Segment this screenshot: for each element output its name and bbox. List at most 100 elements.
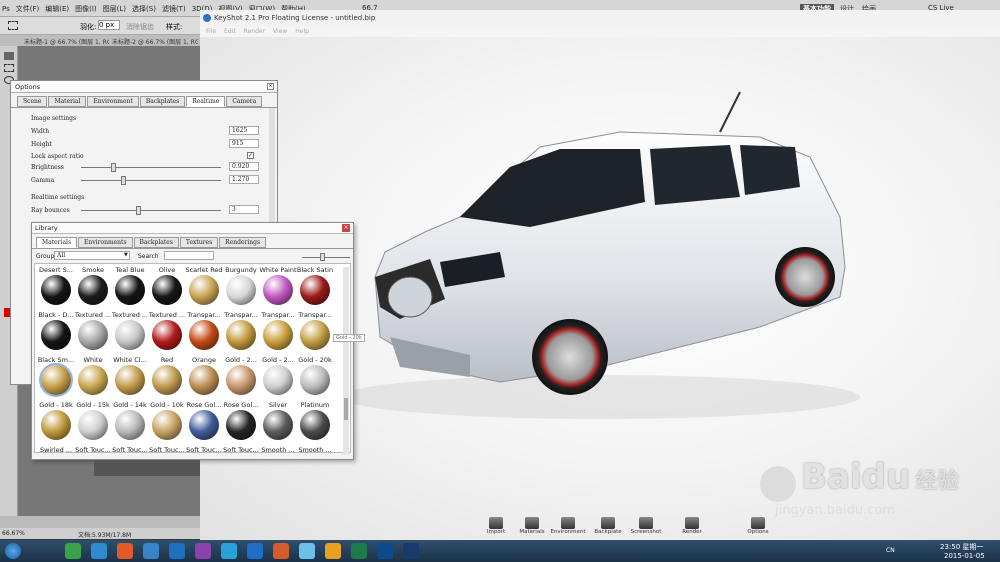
keyshot-menu-item[interactable]: File — [206, 28, 216, 35]
toolbar-render-button[interactable]: Render — [674, 517, 710, 535]
material-thumbnail[interactable] — [189, 365, 219, 395]
taskbar-app-icon[interactable] — [195, 543, 211, 559]
input-lang[interactable]: CN — [886, 547, 895, 554]
clock-time[interactable]: 23:50 星期一 — [940, 542, 983, 552]
material-thumbnail[interactable] — [41, 275, 71, 305]
material-thumbnail[interactable] — [226, 275, 256, 305]
material-thumbnail[interactable] — [189, 410, 219, 440]
material-thumbnail[interactable] — [226, 410, 256, 440]
taskbar-app-icon[interactable] — [169, 543, 185, 559]
taskbar-app-icon[interactable] — [325, 543, 341, 559]
toolbar-import-button[interactable]: Import — [478, 517, 514, 535]
material-thumbnail[interactable] — [152, 365, 182, 395]
gamma-slider-handle[interactable] — [121, 176, 126, 185]
material-thumbnail[interactable] — [115, 365, 145, 395]
group-select[interactable]: All — [54, 251, 130, 260]
library-scroll-thumb[interactable] — [344, 398, 348, 420]
material-thumbnail[interactable] — [300, 320, 330, 350]
tab-realtime[interactable]: Realtime — [186, 96, 226, 107]
taskbar-app-icon[interactable] — [299, 543, 315, 559]
taskbar-app-icon[interactable] — [403, 543, 419, 559]
ray-bounces-input[interactable]: 3 — [229, 205, 259, 214]
thumbnail-size-handle[interactable] — [320, 253, 325, 261]
material-thumbnail[interactable] — [41, 320, 71, 350]
material-thumbnail[interactable] — [41, 410, 71, 440]
material-thumbnail[interactable] — [263, 365, 293, 395]
material-thumbnail[interactable] — [39, 363, 73, 397]
ray-bounces-slider[interactable] — [81, 210, 221, 211]
material-thumbnail[interactable] — [115, 410, 145, 440]
taskbar-app-icon[interactable] — [143, 543, 159, 559]
ps-menu-item[interactable]: 滤镜(T) — [162, 5, 186, 13]
material-thumbnail[interactable] — [226, 320, 256, 350]
material-thumbnail[interactable] — [263, 275, 293, 305]
taskbar-app-icon[interactable] — [65, 543, 81, 559]
keyshot-menu-item[interactable]: Edit — [224, 28, 236, 35]
material-thumbnail[interactable] — [300, 275, 330, 305]
brightness-input[interactable]: 0.920 — [229, 162, 259, 171]
material-thumbnail[interactable] — [115, 320, 145, 350]
material-thumbnail[interactable] — [263, 320, 293, 350]
tab-environments[interactable]: Environments — [78, 237, 133, 248]
doc-tab-2[interactable]: 未标题-2 @ 66.7% (图层 1, RGB/8) * — [112, 37, 198, 46]
ps-menu-item[interactable]: 图像(I) — [75, 5, 97, 13]
thumbnail-size-slider[interactable] — [302, 257, 350, 258]
taskbar-app-icon[interactable] — [247, 543, 263, 559]
gamma-slider[interactable] — [81, 180, 221, 181]
height-input[interactable]: 915 — [229, 139, 259, 148]
material-thumbnail[interactable] — [300, 365, 330, 395]
lock-aspect-checkbox[interactable]: ✓ — [247, 152, 254, 159]
chevron-down-icon[interactable]: ▼ — [124, 252, 128, 258]
keyshot-menu-item[interactable]: Help — [295, 28, 309, 35]
toolbar-screenshot-button[interactable]: Screenshot — [628, 517, 664, 535]
close-icon[interactable]: × — [342, 224, 350, 232]
toolbar-environment-button[interactable]: Environment — [550, 517, 586, 535]
material-thumbnail[interactable] — [152, 320, 182, 350]
tab-backplates[interactable]: Backplates — [133, 237, 179, 248]
material-thumbnail[interactable] — [152, 410, 182, 440]
width-input[interactable]: 1625 — [229, 126, 259, 135]
taskbar-app-icon[interactable] — [221, 543, 237, 559]
taskbar-app-icon[interactable] — [117, 543, 133, 559]
material-thumbnail[interactable] — [152, 275, 182, 305]
material-thumbnail[interactable] — [115, 275, 145, 305]
ray-bounces-slider-handle[interactable] — [136, 206, 141, 215]
library-scrollbar[interactable] — [343, 267, 349, 455]
taskbar-app-icon[interactable] — [351, 543, 367, 559]
tab-renderings[interactable]: Renderings — [219, 237, 267, 248]
taskbar-app-icon[interactable] — [91, 543, 107, 559]
start-button-icon[interactable] — [5, 543, 21, 559]
doc-tab-1[interactable]: 未标题-1 @ 66.7% (图层 1, RGB/8) * — [24, 37, 109, 46]
ps-menu-item[interactable]: 文件(F) — [16, 5, 40, 13]
material-thumbnail[interactable] — [189, 275, 219, 305]
close-icon[interactable]: × — [267, 83, 274, 90]
tab-camera[interactable]: Camera — [226, 96, 263, 107]
gamma-input[interactable]: 1.270 — [229, 175, 259, 184]
material-thumbnail[interactable] — [189, 320, 219, 350]
material-thumbnail[interactable] — [78, 275, 108, 305]
ps-menu-item[interactable]: 选择(S) — [132, 5, 156, 13]
material-thumbnail[interactable] — [78, 410, 108, 440]
toolbar-options-button[interactable]: Options — [740, 517, 776, 535]
clock-date[interactable]: 2015-01-05 — [944, 552, 985, 560]
tab-environment[interactable]: Environment — [87, 96, 139, 107]
ps-menu-item[interactable]: 编辑(E) — [45, 5, 69, 13]
toolbar-materials-button[interactable]: Materials — [514, 517, 550, 535]
brightness-slider[interactable] — [81, 167, 221, 168]
brightness-slider-handle[interactable] — [111, 163, 116, 172]
marquee-tool-icon[interactable] — [8, 21, 18, 30]
material-thumbnail[interactable] — [263, 410, 293, 440]
material-thumbnail[interactable] — [300, 410, 330, 440]
taskbar-app-icon[interactable] — [377, 543, 393, 559]
ps-menu-item[interactable]: 图层(L) — [103, 5, 126, 13]
marquee-tool-icon[interactable] — [4, 64, 14, 72]
tab-material[interactable]: Material — [48, 96, 87, 107]
feather-input[interactable]: 0 px — [98, 20, 120, 30]
material-thumbnail[interactable] — [78, 320, 108, 350]
material-thumbnail[interactable] — [78, 365, 108, 395]
taskbar-app-icon[interactable] — [273, 543, 289, 559]
ps-menu-item[interactable]: Ps — [2, 5, 10, 13]
toolbar-backplate-button[interactable]: Backplate — [590, 517, 626, 535]
tab-scene[interactable]: Scene — [17, 96, 48, 107]
keyshot-menu-item[interactable]: View — [273, 28, 287, 35]
